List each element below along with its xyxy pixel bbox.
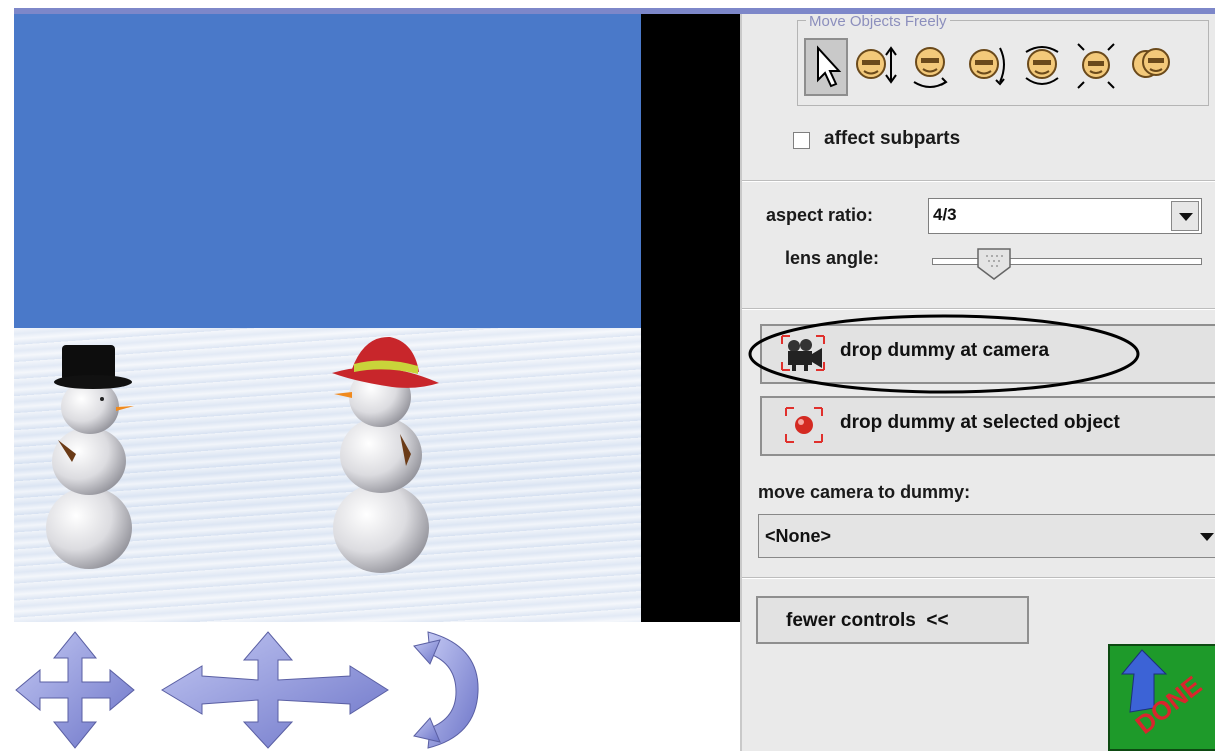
fewer-controls-label: fewer controls << bbox=[786, 610, 949, 631]
pan-arrows-icon[interactable] bbox=[161, 631, 389, 749]
roll-tool-button[interactable] bbox=[1020, 38, 1064, 96]
camera-controls-panel: Move Objects Freely affect subparts aspe… bbox=[740, 14, 1215, 751]
divider-highlight bbox=[742, 578, 1215, 579]
turn-left-right-tool-button[interactable] bbox=[908, 38, 952, 96]
drop-dummy-at-selected-object-label: drop dummy at selected object bbox=[840, 412, 1120, 433]
lens-angle-slider[interactable] bbox=[932, 258, 1202, 265]
move-arrows-icon[interactable] bbox=[15, 631, 135, 749]
aspect-ratio-value: 4/3 bbox=[933, 205, 957, 224]
drop-dummy-at-selected-object-button[interactable]: drop dummy at selected object bbox=[760, 396, 1215, 456]
viewport-border bbox=[641, 14, 740, 622]
copy-tool-button[interactable] bbox=[1130, 38, 1174, 96]
drop-dummy-at-camera-button[interactable]: drop dummy at camera bbox=[760, 324, 1215, 384]
done-icon: DONE bbox=[1108, 644, 1215, 751]
lens-angle-label: lens angle: bbox=[785, 248, 880, 268]
copy-tool-icon bbox=[1132, 48, 1170, 78]
move-camera-to-dummy-value: <None> bbox=[765, 526, 832, 546]
chevron-down-icon[interactable] bbox=[1171, 201, 1199, 231]
snowman-red-hat[interactable] bbox=[332, 336, 439, 573]
scene-view[interactable] bbox=[14, 14, 641, 622]
camera-icon bbox=[781, 335, 825, 371]
done-button[interactable]: DONE bbox=[1108, 644, 1215, 751]
tool-palette bbox=[804, 38, 1204, 98]
camera-nav-controls bbox=[15, 631, 479, 749]
pointer-tool-button[interactable] bbox=[804, 38, 848, 96]
pointer-tool-icon bbox=[817, 45, 842, 88]
move-camera-to-dummy-label: move camera to dummy: bbox=[758, 482, 971, 502]
resize-tool-icon bbox=[1077, 43, 1115, 89]
affect-subparts-checkbox[interactable] bbox=[793, 132, 810, 149]
aspect-ratio-select[interactable]: 4/3 bbox=[928, 198, 1202, 234]
divider-highlight bbox=[742, 181, 1215, 182]
resize-tool-button[interactable] bbox=[1074, 38, 1118, 96]
target-dot-icon bbox=[785, 407, 823, 443]
affect-subparts-label: affect subparts bbox=[824, 128, 961, 149]
turn-left-right-tool-icon bbox=[913, 47, 948, 88]
divider-highlight bbox=[742, 309, 1215, 310]
group-title: Move Objects Freely bbox=[806, 14, 950, 30]
move-up-down-tool-icon bbox=[856, 46, 897, 84]
aspect-ratio-label: aspect ratio: bbox=[766, 205, 874, 225]
turn-forward-back-tool-button[interactable] bbox=[964, 38, 1008, 96]
snowman-top-hat[interactable] bbox=[46, 345, 134, 569]
fewer-controls-button[interactable]: fewer controls << bbox=[756, 596, 1029, 644]
turn-forward-back-tool-icon bbox=[969, 47, 1005, 86]
window-top-strip bbox=[0, 0, 1215, 8]
move-camera-to-dummy-select[interactable]: <None> bbox=[758, 514, 1215, 558]
scene-objects bbox=[46, 336, 439, 573]
chevron-down-icon bbox=[1200, 533, 1214, 541]
rotate-arc-icon[interactable] bbox=[413, 631, 479, 749]
drop-dummy-at-camera-label: drop dummy at camera bbox=[840, 340, 1050, 361]
move-up-down-tool-button[interactable] bbox=[854, 38, 898, 96]
roll-tool-icon bbox=[1025, 46, 1059, 85]
lens-angle-slider-thumb[interactable] bbox=[976, 247, 1012, 281]
